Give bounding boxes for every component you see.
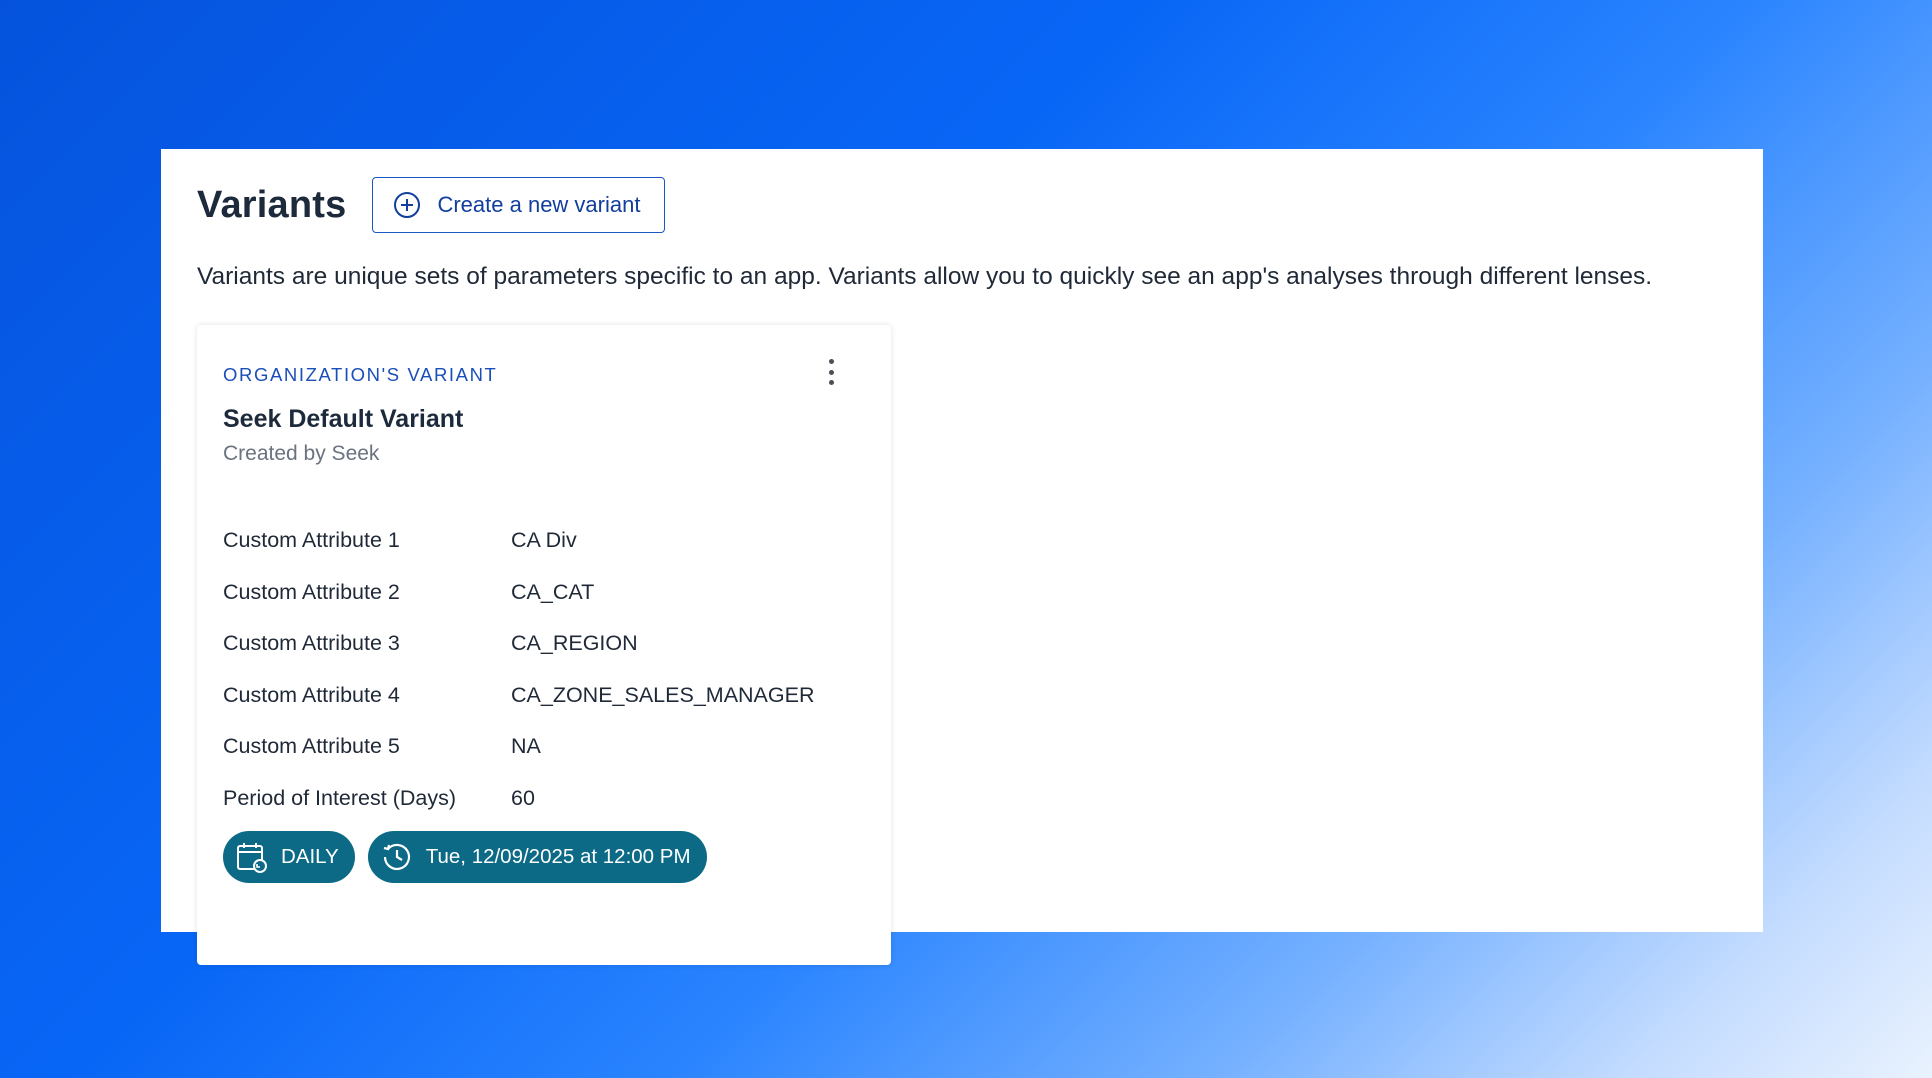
page-title: Variants	[197, 183, 347, 226]
variant-created-by: Created by Seek	[223, 442, 380, 465]
calendar-repeat-icon	[235, 840, 269, 874]
attribute-label: Custom Attribute 1	[223, 528, 400, 553]
attribute-value: NA	[511, 734, 541, 759]
frequency-label: DAILY	[281, 845, 339, 868]
attribute-row: Custom Attribute 1 CA Div	[223, 515, 815, 567]
page-description: Variants are unique sets of parameters s…	[197, 263, 1653, 290]
attribute-label: Custom Attribute 2	[223, 579, 400, 604]
attribute-label: Custom Attribute 4	[223, 682, 400, 707]
schedule-chips: DAILY Tue, 12/09/2025 at 12:00 PM	[223, 831, 720, 883]
next-run-label: Tue, 12/09/2025 at 12:00 PM	[425, 845, 691, 868]
attribute-value: CA Div	[511, 528, 577, 553]
attribute-value: CA_CAT	[511, 579, 595, 604]
plus-circle-icon	[393, 191, 421, 219]
attribute-value: CA_ZONE_SALES_MANAGER	[511, 682, 815, 707]
variant-type-label: ORGANIZATION'S VARIANT	[223, 364, 498, 385]
next-run-chip: Tue, 12/09/2025 at 12:00 PM	[367, 831, 707, 883]
variant-attributes: Custom Attribute 1 CA Div Custom Attribu…	[223, 515, 815, 824]
attribute-value: CA_REGION	[511, 631, 638, 656]
attribute-row: Custom Attribute 3 CA_REGION	[223, 618, 815, 670]
create-variant-label: Create a new variant	[437, 192, 641, 217]
clock-history-icon	[380, 840, 414, 874]
attribute-row: Custom Attribute 2 CA_CAT	[223, 567, 815, 619]
frequency-chip: DAILY	[223, 831, 355, 883]
attribute-label: Custom Attribute 3	[223, 631, 400, 656]
attribute-label: Custom Attribute 5	[223, 734, 400, 759]
attribute-label: Period of Interest (Days)	[223, 785, 457, 810]
variant-name: Seek Default Variant	[223, 405, 464, 433]
attribute-row: Period of Interest (Days) 60	[223, 773, 815, 825]
variants-header: Variants Create a new variant	[197, 177, 666, 233]
variant-card[interactable]: ORGANIZATION'S VARIANT Seek Default Vari…	[197, 325, 891, 965]
variants-panel: Variants Create a new variant Variants a…	[161, 149, 1763, 965]
create-variant-button[interactable]: Create a new variant	[372, 177, 666, 233]
attribute-row: Custom Attribute 5 NA	[223, 721, 815, 773]
attribute-row: Custom Attribute 4 CA_ZONE_SALES_MANAGER	[223, 670, 815, 722]
attribute-value: 60	[511, 785, 535, 810]
kebab-menu-icon[interactable]	[823, 357, 839, 387]
